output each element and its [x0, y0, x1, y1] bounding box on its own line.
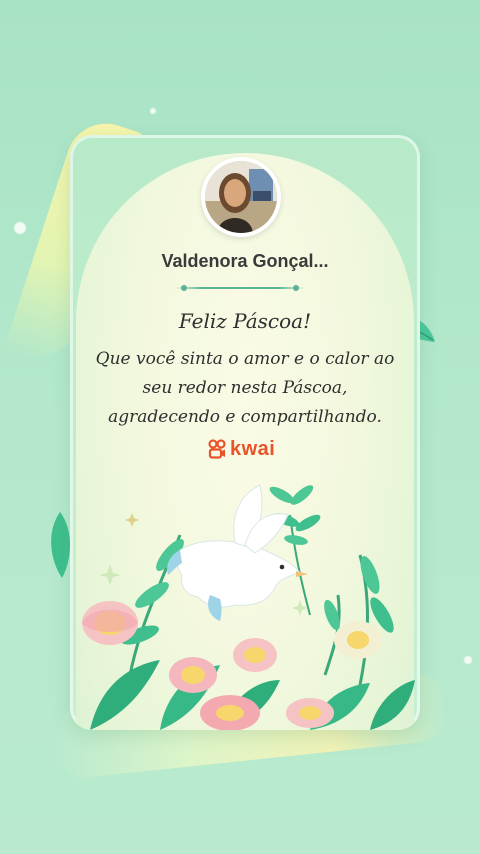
flower-icon	[286, 698, 334, 728]
avatar-frame[interactable]	[201, 157, 281, 237]
flower-icon	[334, 621, 382, 659]
flower-icon	[233, 638, 277, 672]
user-photo	[205, 161, 277, 233]
sparkle-icon	[464, 656, 472, 664]
user-name[interactable]: Valdenora Gonçal...	[70, 251, 420, 272]
greeting-line: agradecendo e compartilhando.	[108, 407, 382, 427]
leaf-icon	[269, 485, 321, 616]
flower-icon	[169, 657, 217, 693]
greeting-line: seu redor nesta Páscoa,	[142, 378, 348, 398]
sparkle-icon	[14, 222, 26, 234]
greeting-title: Feliz Páscoa!	[178, 309, 312, 333]
avatar[interactable]	[205, 161, 277, 233]
kwai-logo-icon	[208, 439, 226, 459]
flower-icon	[82, 601, 138, 645]
kwai-wordmark: kwai	[230, 437, 276, 460]
greeting-line: Que você sinta o amor e o calor ao	[95, 349, 395, 369]
greeting-card: Valdenora Gonçal... Feliz Páscoa! Que vo…	[70, 135, 420, 730]
divider	[175, 285, 305, 291]
sparkle-icon	[150, 108, 156, 114]
kwai-logo: kwai	[208, 437, 275, 461]
greeting-message: Que você sinta o amor e o calor ao seu r…	[80, 345, 410, 432]
dove-icon	[167, 484, 308, 621]
flower-icon	[200, 695, 260, 730]
easter-illustration	[82, 484, 415, 730]
